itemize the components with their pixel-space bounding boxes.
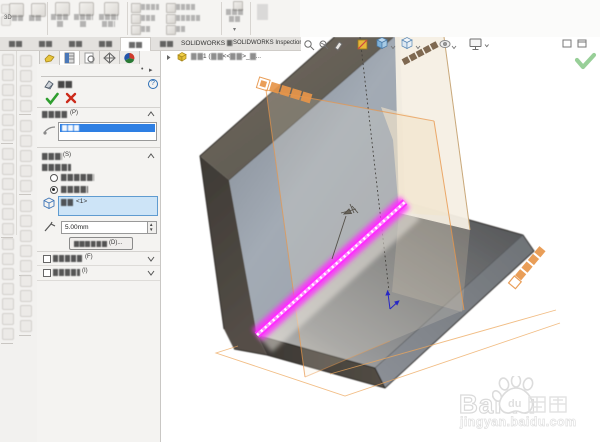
svg-text:du: du [508,398,521,410]
